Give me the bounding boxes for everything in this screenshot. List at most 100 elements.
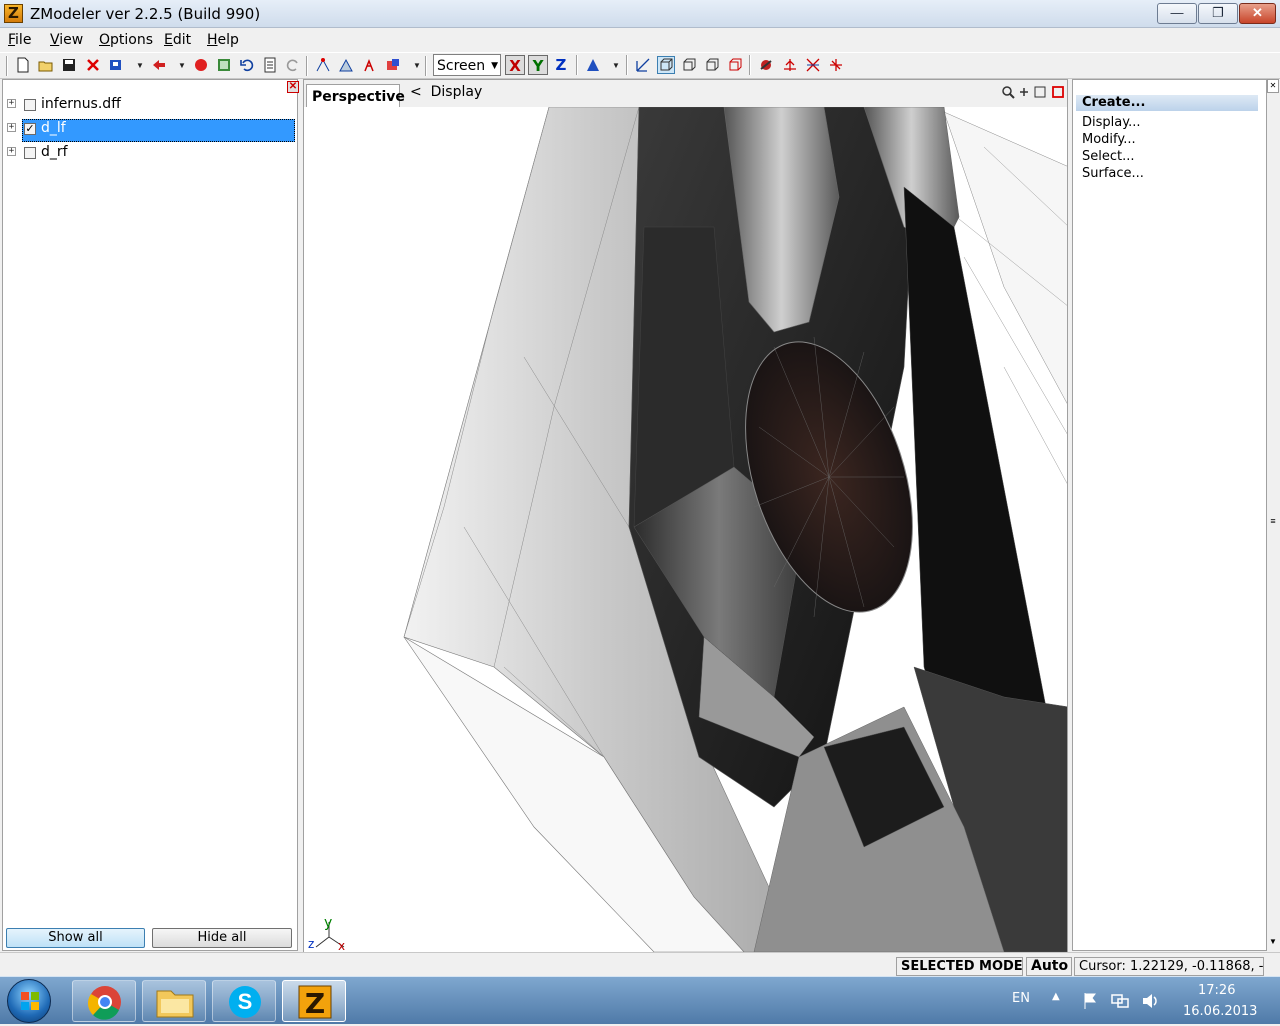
command-panel-scrollbar[interactable]: ✕ ≡ ▼ <box>1267 79 1279 951</box>
menu-edit[interactable]: Edit <box>164 32 191 48</box>
display-menu-item[interactable]: Display... <box>1082 115 1140 130</box>
toolbar-separator <box>425 56 427 76</box>
close-icon[interactable]: ✕ <box>1267 79 1279 93</box>
render-icon[interactable] <box>192 57 210 75</box>
taskbar-zmodeler[interactable]: Z <box>282 980 346 1022</box>
close-icon[interactable]: ✕ <box>287 81 299 93</box>
show-all-button[interactable]: Show all <box>6 928 145 948</box>
toolbar-separator <box>626 55 628 75</box>
perspective-viewport[interactable]: y z x <box>303 107 1068 952</box>
status-auto: Auto <box>1026 957 1072 976</box>
menu-help[interactable]: Help <box>207 32 239 48</box>
chevron-down-icon: ▼ <box>491 61 498 71</box>
texture-icon[interactable] <box>215 57 233 75</box>
scroll-down-icon[interactable]: ▼ <box>1269 937 1277 947</box>
undo-icon[interactable] <box>238 57 256 75</box>
tree-item-infernus[interactable]: + infernus.dff <box>7 95 295 117</box>
tree-checkbox[interactable]: ✓ <box>24 123 36 135</box>
hide-all-button[interactable]: Hide all <box>152 928 292 948</box>
menu-view[interactable]: View <box>50 32 83 48</box>
language-indicator[interactable]: EN <box>1012 991 1030 1006</box>
close-button[interactable]: ✕ <box>1239 3 1276 24</box>
selection-dropdown-arrow[interactable]: ▼ <box>413 57 421 75</box>
status-message <box>4 957 896 976</box>
menu-file[interactable]: File <box>8 32 31 48</box>
windows-taskbar: S Z EN ▲ 17:26 16.06.2013 <box>0 976 1280 1024</box>
tree-item-d-lf[interactable]: + ✓ d_lf <box>7 119 295 142</box>
status-bar: SELECTED MODE Auto Cursor: 1.22129, -0.1… <box>0 952 1280 976</box>
properties-icon[interactable] <box>261 57 279 75</box>
taskbar-skype[interactable]: S <box>212 980 276 1022</box>
tree-checkbox[interactable] <box>24 99 36 111</box>
export-icon[interactable] <box>150 57 168 75</box>
view-cube-icon[interactable] <box>657 56 675 74</box>
action-center-flag-icon[interactable] <box>1081 991 1101 1011</box>
tab-perspective[interactable]: Perspective <box>306 84 405 108</box>
material-icon[interactable] <box>757 57 775 75</box>
delete-icon[interactable] <box>84 57 102 75</box>
show-hidden-icons-icon[interactable]: ▲ <box>1052 991 1060 1002</box>
zmodeler-app-icon[interactable]: Z <box>4 4 23 23</box>
select-group-icon[interactable] <box>384 57 402 75</box>
save-icon[interactable] <box>60 57 78 75</box>
pan-icon[interactable] <box>1017 85 1031 99</box>
axis-x-button[interactable]: X <box>505 55 525 75</box>
tree-checkbox[interactable] <box>24 147 36 159</box>
expand-icon[interactable]: + <box>7 147 16 156</box>
open-file-icon[interactable] <box>37 57 55 75</box>
select-face-icon[interactable] <box>337 57 355 75</box>
mirror-y-icon[interactable] <box>804 57 822 75</box>
display-menu[interactable]: < Display <box>410 84 482 100</box>
taskbar-file-explorer[interactable] <box>142 980 206 1022</box>
expand-icon[interactable]: + <box>7 99 16 108</box>
zoom-icon[interactable] <box>1001 85 1015 99</box>
redo-icon[interactable] <box>284 57 302 75</box>
axis-label-x: x <box>338 939 346 952</box>
view-side-icon[interactable] <box>726 57 744 75</box>
create-menu[interactable]: Create... <box>1076 95 1258 111</box>
axis-z-button[interactable]: Z <box>551 55 571 75</box>
tree-item-label: d_rf <box>41 144 68 160</box>
view-top-icon[interactable] <box>680 57 698 75</box>
mirror-x-icon[interactable] <box>781 57 799 75</box>
axis-dropdown-arrow[interactable]: ▼ <box>612 57 620 75</box>
view-front-icon[interactable] <box>703 57 721 75</box>
restore-button[interactable]: ❐ <box>1198 3 1238 24</box>
status-mode: SELECTED MODE <box>896 957 1023 976</box>
select-vertex-icon[interactable] <box>314 57 332 75</box>
minimize-button[interactable]: — <box>1157 3 1197 24</box>
grip-icon[interactable]: ≡ <box>1269 516 1277 526</box>
menu-options[interactable]: Options <box>99 32 153 48</box>
clock-date[interactable]: 16.06.2013 <box>1183 1004 1257 1019</box>
windows-logo-icon <box>21 992 39 1010</box>
toolbar-grip <box>6 56 8 76</box>
new-file-icon[interactable] <box>14 57 32 75</box>
coordinate-space-select[interactable]: Screen ▼ <box>433 54 501 76</box>
tree-item-d-rf[interactable]: + d_rf <box>7 143 295 165</box>
start-button[interactable] <box>7 979 51 1023</box>
window-title: ZModeler ver 2.2.5 (Build 990) <box>30 5 261 23</box>
menu-bar: File View Options Edit Help <box>0 28 1280 51</box>
modify-menu-item[interactable]: Modify... <box>1082 132 1136 147</box>
export-dropdown-arrow[interactable]: ▼ <box>178 57 186 75</box>
zmodeler-icon: Z <box>298 985 332 1020</box>
view-perspective-icon[interactable] <box>634 57 652 75</box>
viewport-close-icon[interactable] <box>1051 85 1065 99</box>
taskbar-chrome[interactable] <box>72 980 136 1022</box>
maximize-viewport-icon[interactable] <box>1033 85 1047 99</box>
network-icon[interactable] <box>1110 991 1130 1011</box>
select-menu-item[interactable]: Select... <box>1082 149 1135 164</box>
select-object-icon[interactable] <box>360 57 378 75</box>
axis-label-z: z <box>308 937 315 951</box>
move-axis-icon[interactable] <box>584 57 602 75</box>
toolbar-separator <box>749 55 751 75</box>
import-dropdown-arrow[interactable]: ▼ <box>136 57 144 75</box>
expand-icon[interactable]: + <box>7 123 16 132</box>
mirror-z-icon[interactable] <box>827 57 845 75</box>
import-icon[interactable] <box>107 57 125 75</box>
viewport-header: Perspective < Display <box>303 79 1068 108</box>
volume-icon[interactable] <box>1140 991 1160 1011</box>
axis-y-button[interactable]: Y <box>528 55 548 75</box>
surface-menu-item[interactable]: Surface... <box>1082 166 1144 181</box>
clock-time[interactable]: 17:26 <box>1198 983 1235 998</box>
